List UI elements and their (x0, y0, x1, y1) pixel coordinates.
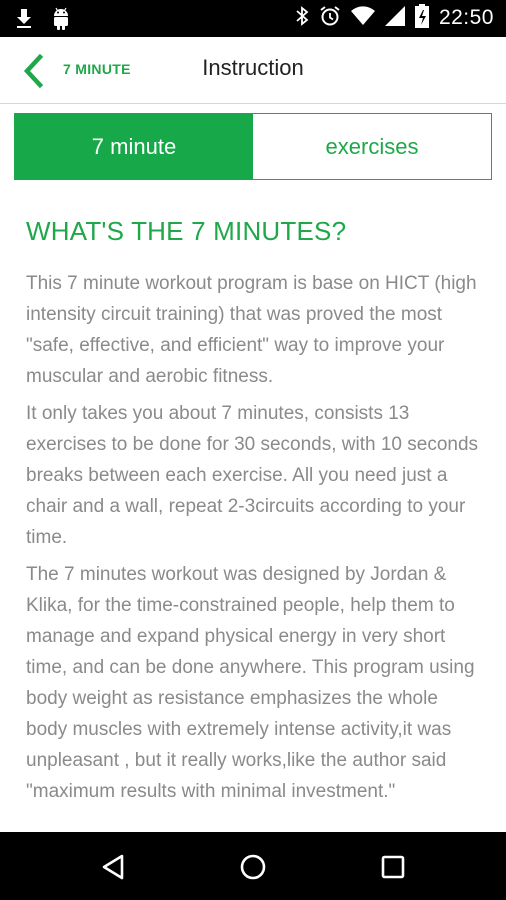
app-bar: 7 MINUTE Instruction (0, 37, 506, 104)
recents-square-icon (381, 855, 405, 879)
download-icon (14, 7, 34, 34)
tab-bar: 7 minute exercises (14, 113, 492, 180)
status-bar: 22:50 (0, 0, 506, 37)
signal-icon (384, 5, 405, 31)
alarm-icon (319, 5, 341, 32)
paragraph: It only takes you about 7 minutes, consi… (26, 403, 479, 548)
paragraph: The 7 minutes workout was designed by Jo… (26, 564, 475, 802)
page-title: Instruction (202, 55, 304, 80)
android-icon (50, 6, 72, 35)
home-circle-icon (240, 854, 266, 880)
nav-back-button[interactable] (96, 850, 130, 884)
bluetooth-icon (295, 5, 309, 32)
instruction-text: This 7 minute workout program is base on… (26, 268, 484, 813)
battery-icon (414, 3, 429, 33)
wifi-icon (350, 5, 375, 31)
status-time: 22:50 (438, 6, 494, 29)
instruction-content[interactable]: WHAT'S THE 7 MINUTES? This 7 minute work… (0, 180, 506, 832)
nav-recents-button[interactable] (376, 850, 410, 884)
tab-exercises[interactable]: exercises (253, 114, 491, 179)
back-triangle-icon (102, 854, 124, 880)
system-nav-bar (0, 832, 506, 900)
section-heading: WHAT'S THE 7 MINUTES? (26, 216, 347, 246)
paragraph: This 7 minute workout program is base on… (26, 273, 477, 387)
tab-7-minute[interactable]: 7 minute (15, 114, 253, 179)
nav-home-button[interactable] (236, 850, 270, 884)
